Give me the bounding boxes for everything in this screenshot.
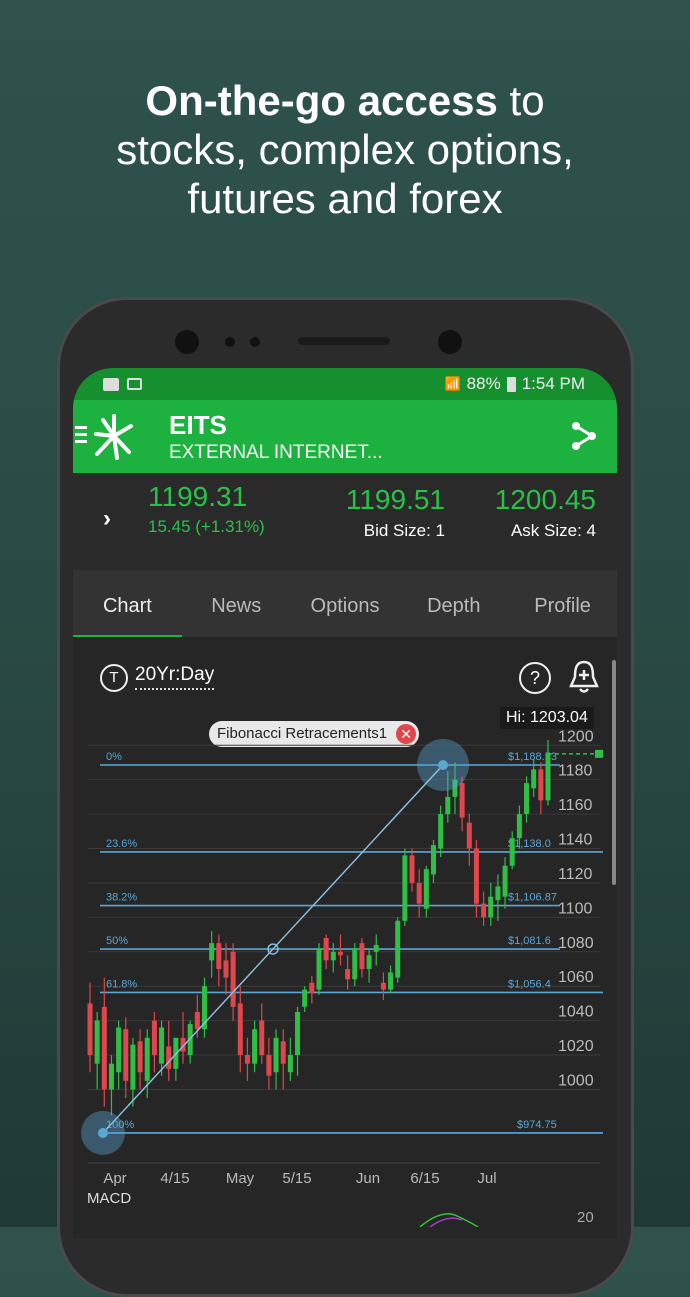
candle-body bbox=[252, 1029, 258, 1064]
candle-body bbox=[309, 982, 315, 994]
candle-body bbox=[194, 1012, 200, 1030]
candle-body bbox=[323, 938, 329, 961]
candle-body bbox=[366, 955, 372, 969]
candle-body bbox=[108, 1063, 114, 1090]
candle-body bbox=[445, 796, 451, 815]
x-tick-label: Jun bbox=[356, 1170, 380, 1187]
x-tick-label: Apr bbox=[103, 1170, 126, 1187]
candle-body bbox=[495, 886, 501, 901]
y-tick-label: 1000 bbox=[558, 1072, 594, 1089]
last-price-marker bbox=[595, 749, 603, 758]
candle-body bbox=[223, 960, 229, 978]
candle-body bbox=[459, 783, 465, 818]
candle-body bbox=[402, 855, 408, 921]
candle-body bbox=[373, 944, 379, 952]
x-tick-label: Jul bbox=[477, 1170, 496, 1187]
candle-body bbox=[524, 783, 530, 815]
macd-line bbox=[419, 1213, 479, 1227]
scrollbar[interactable] bbox=[612, 660, 616, 885]
candle-body bbox=[209, 943, 215, 961]
candle-body bbox=[123, 1029, 129, 1081]
candle-body bbox=[151, 1020, 157, 1056]
candle-body bbox=[316, 948, 322, 990]
candle-body bbox=[466, 822, 472, 849]
candle-body bbox=[295, 1012, 301, 1056]
y-tick-label: 1200 bbox=[558, 728, 594, 745]
candle-body bbox=[545, 753, 551, 801]
candle-body bbox=[266, 1055, 272, 1076]
candle-body bbox=[531, 769, 537, 789]
candle-body bbox=[116, 1027, 122, 1073]
candle-body bbox=[130, 1044, 136, 1090]
y-tick-label: 1160 bbox=[558, 797, 593, 814]
x-tick-label: 5/15 bbox=[282, 1170, 311, 1187]
candle-body bbox=[509, 838, 515, 866]
candle-body bbox=[352, 948, 358, 980]
price-chart[interactable]: 1200 1180 1160 1140 1120 1100 1080 1060 1040 1020… bbox=[0, 0, 690, 1227]
fib-level-price: $974.75 bbox=[517, 1119, 557, 1131]
y-tick-label: 1180 bbox=[558, 763, 593, 780]
candle-body bbox=[244, 1055, 250, 1064]
candle-body bbox=[502, 865, 508, 897]
fib-level-pct: 38.2% bbox=[106, 892, 137, 904]
candle-body bbox=[159, 1027, 165, 1064]
fib-level-pct: 61.8% bbox=[106, 978, 137, 990]
fib-level-pct: 23.6% bbox=[106, 838, 137, 850]
candle-body bbox=[87, 1003, 93, 1056]
candle-body bbox=[101, 1006, 107, 1090]
candle-body bbox=[259, 1020, 265, 1056]
y-tick-label: 1140 bbox=[558, 832, 593, 849]
macd-tick: 20 bbox=[577, 1209, 594, 1226]
candle-body bbox=[473, 848, 479, 904]
candle-body bbox=[137, 1041, 143, 1073]
candle-body bbox=[230, 951, 236, 1007]
candle-body bbox=[166, 1046, 172, 1069]
y-tick-label: 1080 bbox=[558, 935, 594, 952]
y-tick-label: 1120 bbox=[558, 866, 593, 883]
candle-body bbox=[438, 814, 444, 849]
anchor-point bbox=[438, 760, 448, 770]
candle-body bbox=[280, 1041, 286, 1064]
fib-level-price: $1,056.4 bbox=[508, 978, 551, 990]
candle-body bbox=[237, 1003, 243, 1056]
candle-body bbox=[416, 882, 422, 904]
candle-body bbox=[302, 989, 308, 1007]
x-tick-label: 6/15 bbox=[410, 1170, 439, 1187]
x-tick-label: May bbox=[226, 1170, 255, 1187]
x-tick-label: 4/15 bbox=[160, 1170, 189, 1187]
y-tick-label: 1020 bbox=[558, 1038, 594, 1055]
macd-signal-line bbox=[429, 1217, 463, 1227]
y-tick-label: 1040 bbox=[558, 1004, 594, 1021]
y-tick-label: 1100 bbox=[558, 900, 593, 917]
candle-body bbox=[94, 1020, 100, 1064]
candle-body bbox=[516, 814, 522, 839]
fib-level-pct: 0% bbox=[106, 751, 122, 763]
candle-body bbox=[431, 845, 436, 875]
candle-body bbox=[538, 769, 544, 801]
candle-body bbox=[359, 943, 365, 969]
candle-body bbox=[337, 951, 343, 956]
candle-body bbox=[388, 972, 394, 990]
candle-body bbox=[380, 982, 386, 990]
candle-body bbox=[488, 896, 494, 918]
fib-level-price: $1,081.6 bbox=[508, 935, 551, 947]
candle-body bbox=[287, 1055, 293, 1073]
candle-body bbox=[395, 920, 401, 978]
candle-body bbox=[345, 968, 351, 980]
candle-body bbox=[409, 855, 415, 883]
candle-body bbox=[330, 951, 336, 961]
candle-body bbox=[216, 943, 222, 969]
candle-body bbox=[481, 903, 487, 918]
anchor-point bbox=[98, 1127, 108, 1138]
fib-level-pct: 50% bbox=[106, 935, 128, 947]
macd-label: MACD bbox=[87, 1190, 132, 1207]
fib-level-price: $1,106.87 bbox=[508, 892, 557, 904]
candle-body bbox=[423, 869, 429, 909]
candle-body bbox=[144, 1037, 150, 1081]
candle-body bbox=[273, 1037, 279, 1073]
y-tick-label: 1060 bbox=[558, 969, 594, 986]
